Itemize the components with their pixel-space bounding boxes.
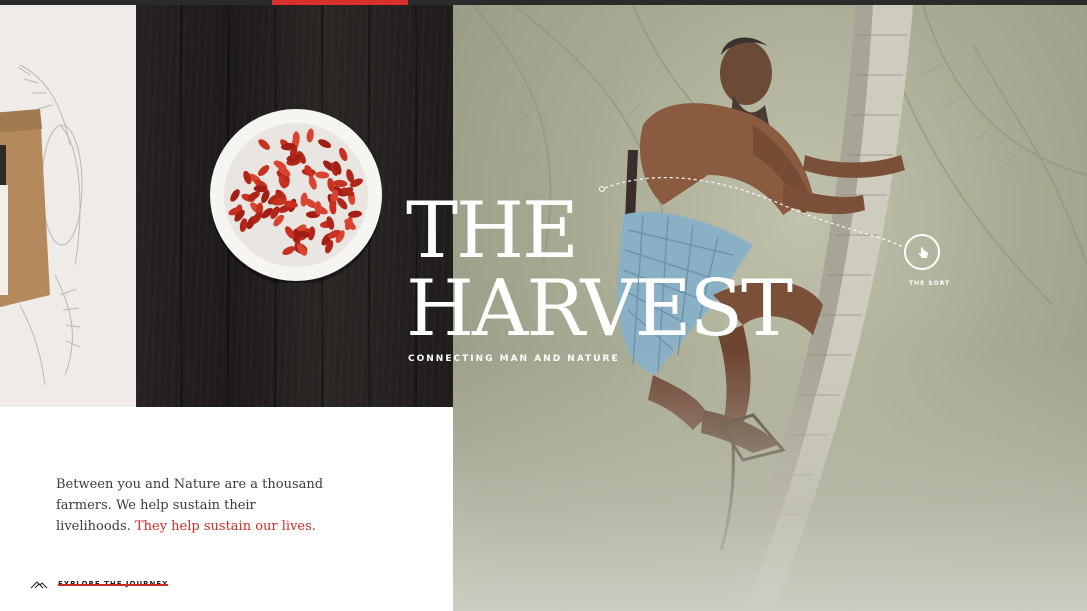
hero-bottom-fade [453,351,1087,611]
product-image-panel: S ER [0,5,136,407]
goji-berry [292,131,300,146]
hero-subtitle: CONNECTING MAN AND NATURE [408,354,620,364]
mountain-icon [30,581,48,589]
intro-paragraph: Between you and Nature are a thousand fa… [56,474,326,537]
explore-the-journey-link[interactable]: EXPLORE THE JOURNEY [30,577,169,591]
hand-pointer-icon [918,247,928,258]
the-sort-hotspot-label: THE SORT [909,280,951,287]
the-sort-hotspot-button[interactable] [904,234,940,270]
goji-berries-bowl-image [210,109,382,283]
explore-the-journey-label: EXPLORE THE JOURNEY [58,580,169,588]
headline-line-1: THE [406,186,579,276]
hero-headline: THE HARVEST [406,186,793,354]
intro-highlight-text: They help sustain our lives. [134,519,316,534]
headline-line-2: HARVEST [406,264,793,354]
product-bag-image: S ER [0,109,50,308]
